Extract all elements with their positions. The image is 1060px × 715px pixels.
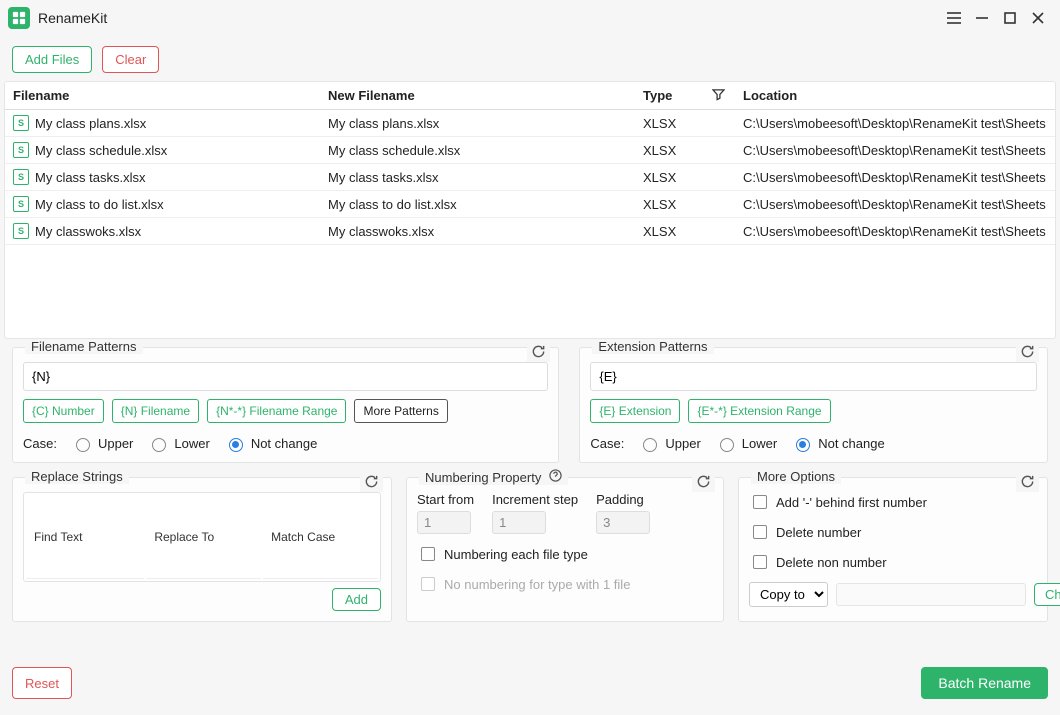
refresh-icon[interactable] [527, 344, 550, 362]
radio-upper[interactable] [76, 438, 90, 452]
check-no-numbering-single [421, 577, 435, 591]
spreadsheet-icon: S [13, 196, 29, 212]
chip-extension-range[interactable]: {E*-*} Extension Range [688, 399, 830, 423]
clear-button[interactable]: Clear [102, 46, 159, 73]
table-row[interactable]: S My class to do list.xlsx My class to do… [5, 191, 1055, 218]
refresh-icon[interactable] [1016, 344, 1039, 362]
filename-cell: My class to do list.xlsx [35, 197, 164, 212]
add-replace-button[interactable]: Add [332, 588, 381, 611]
radio-lower[interactable] [152, 438, 166, 452]
col-replace: Replace To [146, 495, 261, 579]
filename-pattern-input[interactable] [23, 362, 548, 391]
col-find: Find Text [26, 495, 144, 579]
filename-patterns-panel: Filename Patterns {C} Number {N} Filenam… [12, 347, 559, 463]
spreadsheet-icon: S [13, 142, 29, 158]
pad-label: Padding [596, 492, 650, 507]
more-options-panel: More Options Add '-' behind first number… [738, 477, 1048, 622]
start-input[interactable] [417, 511, 471, 534]
filename-cell: My classwoks.xlsx [35, 224, 141, 239]
panel-title: Extension Patterns [592, 339, 713, 354]
check-delete-number[interactable] [753, 525, 767, 539]
close-icon[interactable] [1024, 4, 1052, 32]
col-new-filename[interactable]: New Filename [320, 82, 635, 110]
location-cell: C:\Users\mobeesoft\Desktop\RenameKit tes… [735, 164, 1055, 191]
minimize-icon[interactable] [968, 4, 996, 32]
reset-button[interactable]: Reset [12, 667, 72, 699]
case-label: Case: [590, 436, 624, 451]
chip-c-number[interactable]: {C} Number [23, 399, 104, 423]
type-cell: XLSX [635, 110, 735, 137]
start-label: Start from [417, 492, 474, 507]
location-cell: C:\Users\mobeesoft\Desktop\RenameKit tes… [735, 110, 1055, 137]
check-add-dash[interactable] [753, 495, 767, 509]
col-type[interactable]: Type [635, 82, 735, 110]
maximize-icon[interactable] [996, 4, 1024, 32]
title-bar: RenameKit [0, 0, 1060, 36]
chip-e-extension[interactable]: {E} Extension [590, 399, 680, 423]
col-match: Match Case [263, 495, 378, 579]
table-row[interactable]: S My class tasks.xlsx My class tasks.xlsx… [5, 164, 1055, 191]
step-input[interactable] [492, 511, 546, 534]
type-cell: XLSX [635, 137, 735, 164]
spreadsheet-icon: S [13, 169, 29, 185]
radio-lower[interactable] [720, 438, 734, 452]
type-cell: XLSX [635, 164, 735, 191]
radio-nochange[interactable] [229, 438, 243, 452]
new-filename-cell: My class to do list.xlsx [320, 191, 635, 218]
type-cell: XLSX [635, 191, 735, 218]
chip-n-filename[interactable]: {N} Filename [112, 399, 199, 423]
app-title: RenameKit [38, 10, 107, 26]
help-icon[interactable] [549, 470, 562, 485]
location-cell: C:\Users\mobeesoft\Desktop\RenameKit tes… [735, 137, 1055, 164]
table-row[interactable]: S My classwoks.xlsx My classwoks.xlsx XLS… [5, 218, 1055, 245]
col-location[interactable]: Location [735, 82, 1055, 110]
new-filename-cell: My class plans.xlsx [320, 110, 635, 137]
filename-cell: My class schedule.xlsx [35, 143, 167, 158]
replace-strings-panel: Replace Strings Find Text Replace To Mat… [12, 477, 392, 622]
check-each-type[interactable] [421, 547, 435, 561]
table-row[interactable]: S My class schedule.xlsx My class schedul… [5, 137, 1055, 164]
new-filename-cell: My class tasks.xlsx [320, 164, 635, 191]
location-cell: C:\Users\mobeesoft\Desktop\RenameKit tes… [735, 191, 1055, 218]
panel-title: Replace Strings [25, 469, 129, 484]
spreadsheet-icon: S [13, 115, 29, 131]
extension-patterns-panel: Extension Patterns {E} Extension {E*-*} … [579, 347, 1048, 463]
panel-title: Filename Patterns [25, 339, 143, 354]
refresh-icon[interactable] [692, 474, 715, 492]
check-delete-non-number[interactable] [753, 555, 767, 569]
filename-cell: My class tasks.xlsx [35, 170, 146, 185]
action-select[interactable]: Copy to [749, 582, 828, 607]
radio-nochange[interactable] [796, 438, 810, 452]
numbering-property-panel: Numbering Property Start from Increment … [406, 477, 724, 622]
location-cell: C:\Users\mobeesoft\Desktop\RenameKit tes… [735, 218, 1055, 245]
destination-input[interactable] [836, 583, 1026, 606]
panel-title: Numbering Property [419, 469, 568, 485]
change-button[interactable]: Change [1034, 583, 1060, 606]
refresh-icon[interactable] [1016, 474, 1039, 492]
case-label: Case: [23, 436, 57, 451]
pad-input[interactable] [596, 511, 650, 534]
add-files-button[interactable]: Add Files [12, 46, 92, 73]
replace-table: Find Text Replace To Match Case [23, 492, 381, 582]
table-row[interactable]: S My class plans.xlsx My class plans.xlsx… [5, 110, 1055, 137]
panel-title: More Options [751, 469, 841, 484]
chip-more-patterns[interactable]: More Patterns [354, 399, 447, 423]
filter-icon[interactable] [712, 88, 725, 104]
chip-filename-range[interactable]: {N*-*} Filename Range [207, 399, 346, 423]
step-label: Increment step [492, 492, 578, 507]
batch-rename-button[interactable]: Batch Rename [921, 667, 1048, 699]
extension-pattern-input[interactable] [590, 362, 1037, 391]
new-filename-cell: My class schedule.xlsx [320, 137, 635, 164]
table-header-row: Filename New Filename Type Location [5, 82, 1055, 110]
refresh-icon[interactable] [360, 474, 383, 492]
radio-upper[interactable] [643, 438, 657, 452]
col-filename[interactable]: Filename [5, 82, 320, 110]
file-table: Filename New Filename Type Location S My … [4, 81, 1056, 339]
app-logo-icon [8, 7, 30, 29]
hamburger-menu-icon[interactable] [940, 4, 968, 32]
type-cell: XLSX [635, 218, 735, 245]
spreadsheet-icon: S [13, 223, 29, 239]
filename-cell: My class plans.xlsx [35, 116, 146, 131]
new-filename-cell: My classwoks.xlsx [320, 218, 635, 245]
